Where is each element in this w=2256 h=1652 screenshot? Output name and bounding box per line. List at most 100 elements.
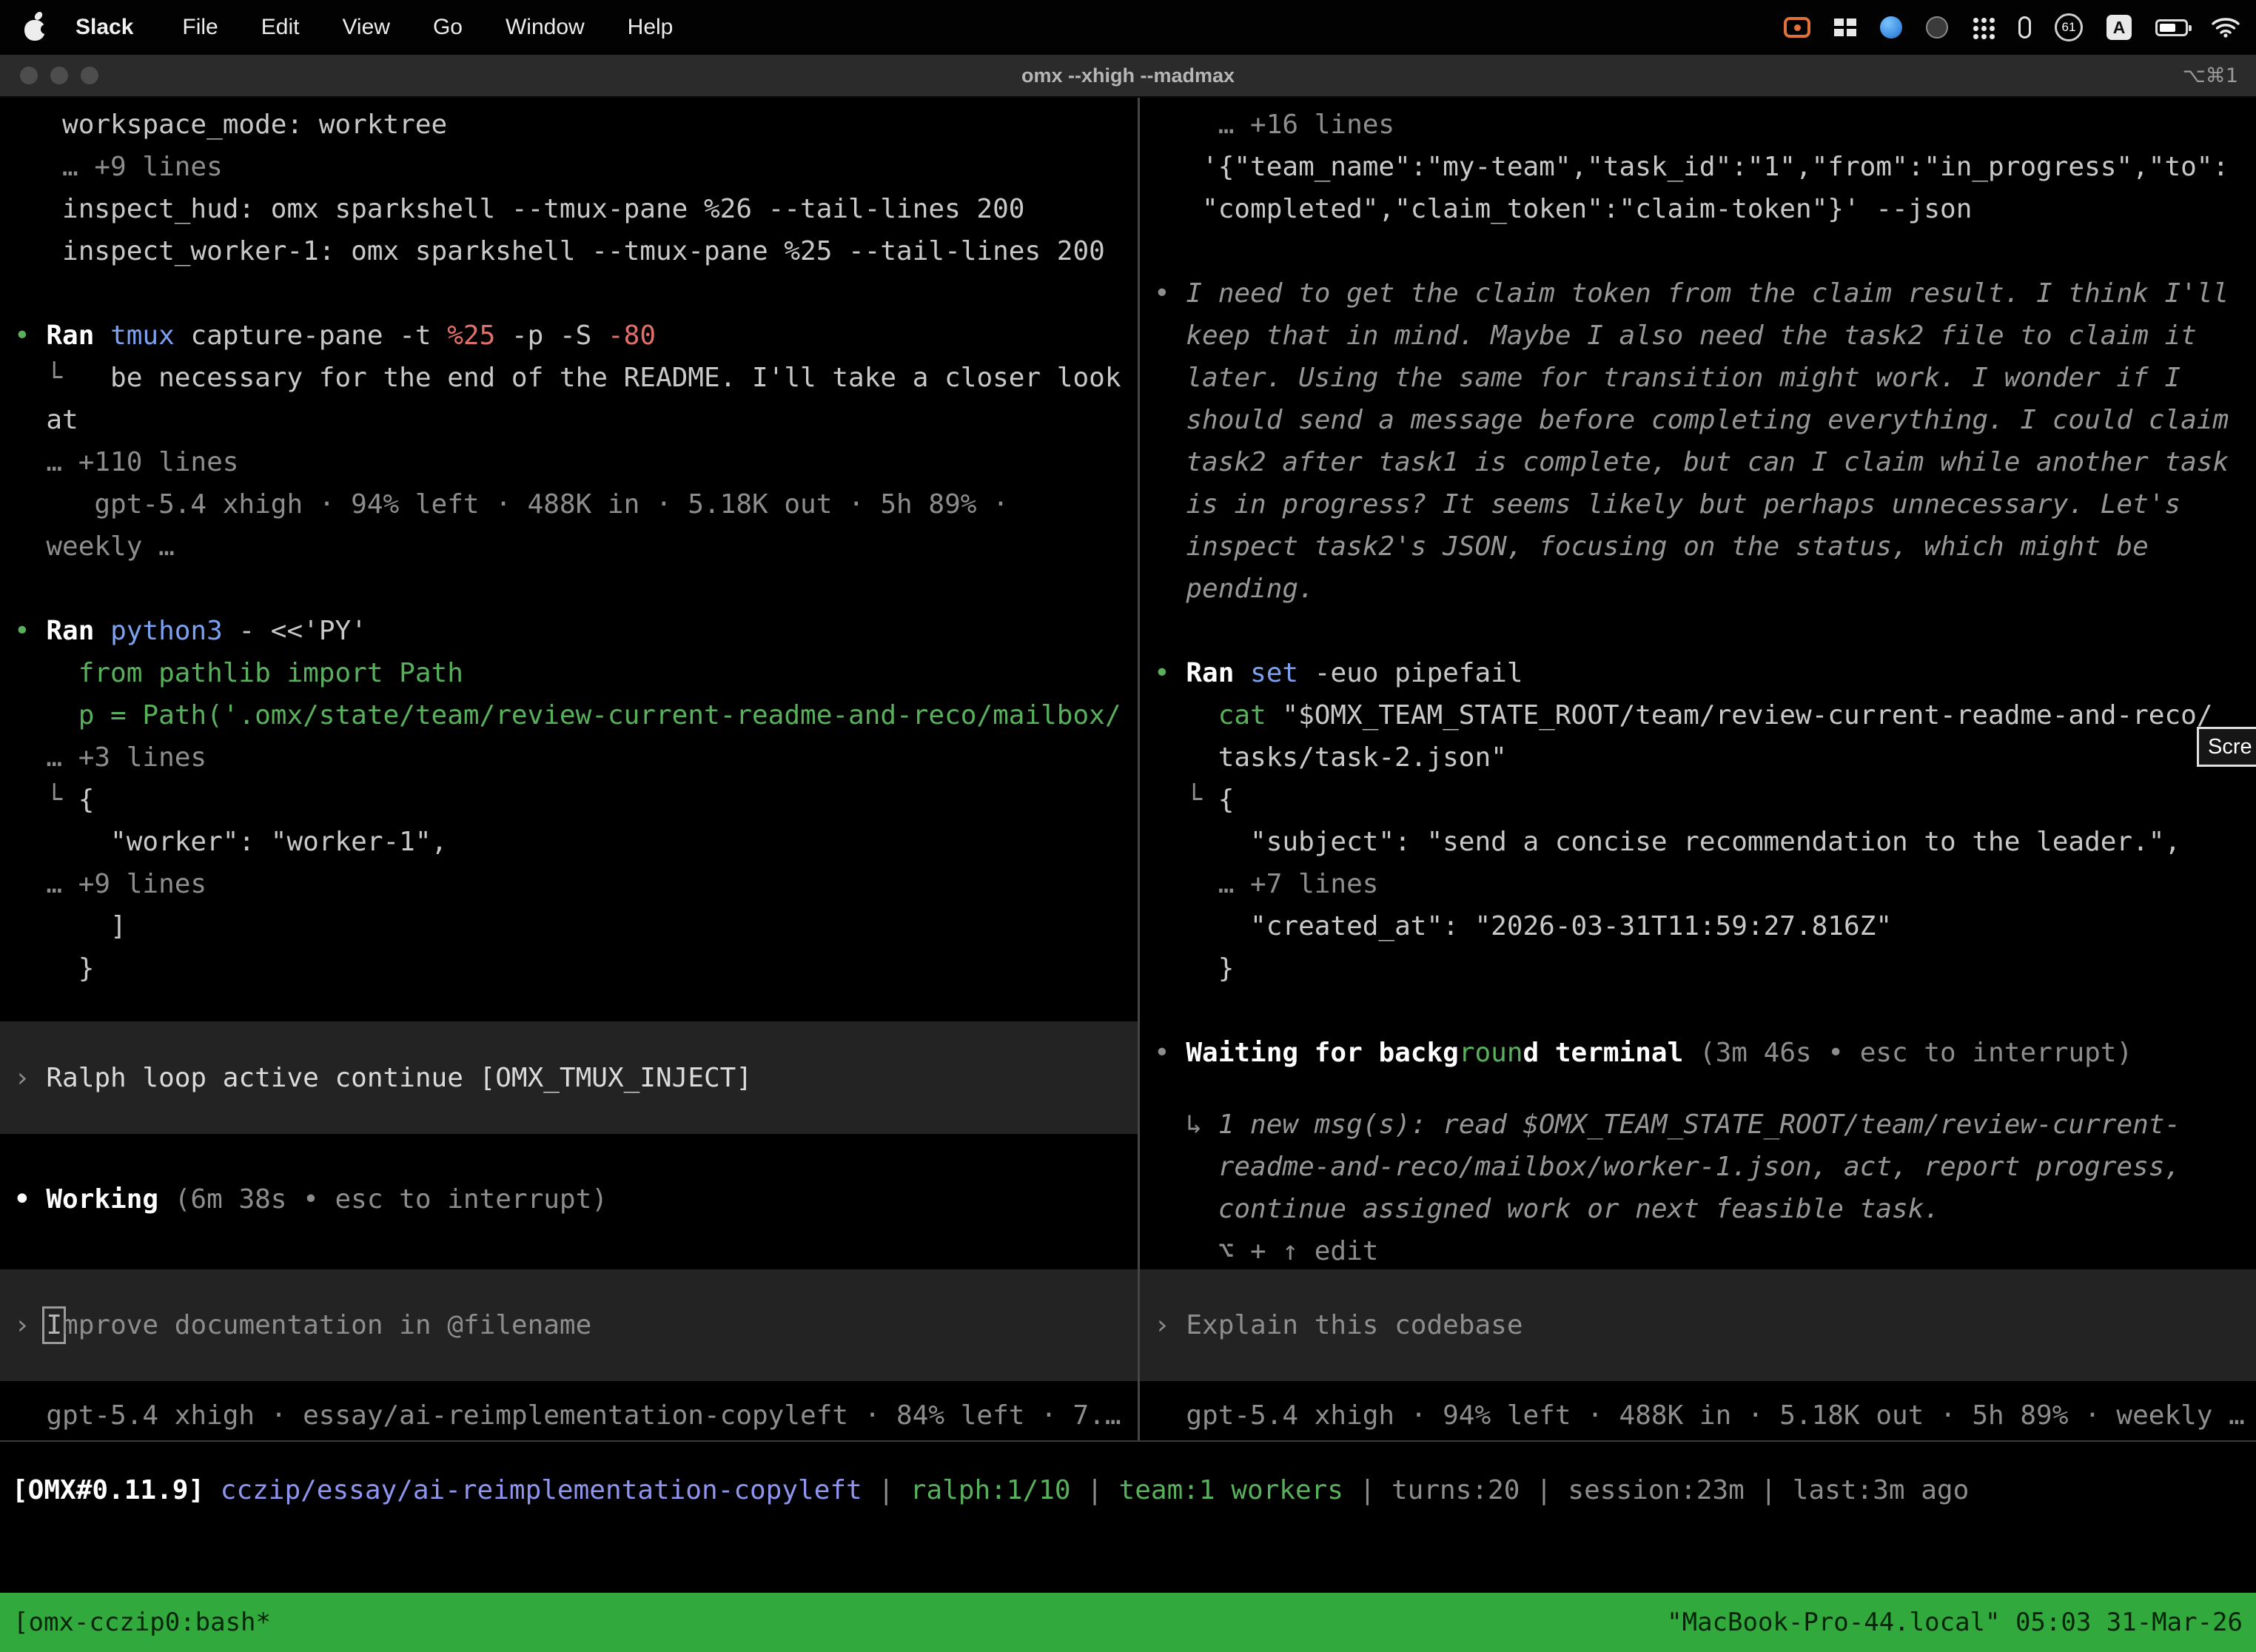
menu-item-view[interactable]: View [342, 15, 389, 40]
terminal-line: readme-and-reco/mailbox/worker-1.json, a… [1140, 1146, 2256, 1188]
pill-icon[interactable] [2018, 16, 2031, 38]
input-source-icon[interactable]: A [2106, 15, 2132, 40]
text-segment: readme-and-reco/mailbox/worker-1.json, a… [1154, 1152, 2181, 1182]
text-segment: Ran [46, 616, 110, 646]
text-segment: | turns:20 | session:23m | last:3m ago [1343, 1475, 1969, 1505]
text-segment: Ran [46, 320, 110, 351]
battery-percent-badge[interactable]: 61 [2055, 13, 2083, 41]
terminal-line: … +9 lines [0, 146, 1138, 188]
session-footer-right: gpt-5.4 xhigh · 94% left · 488K in · 5.1… [1140, 1394, 2256, 1437]
text-segment: inspect_hud: omx sparkshell --tmux-pane … [14, 194, 1024, 224]
text-segment: gpt-5.4 xhigh · 94% left · 488K in · 5.1… [1154, 1400, 2245, 1431]
text-segment: • [1154, 1038, 1186, 1068]
terminal-line [1140, 990, 2256, 1032]
apple-menu-icon[interactable] [22, 13, 47, 42]
terminal-line: gpt-5.4 xhigh · 94% left · 488K in · 5.1… [0, 483, 1138, 526]
text-segment: from pathlib import Path [14, 658, 463, 688]
text-segment: └ [1154, 785, 1218, 815]
terminal-line: … +9 lines [0, 863, 1138, 905]
dots-grid-icon[interactable] [1972, 16, 1995, 39]
apple-bite [41, 24, 50, 34]
text-segment: roun [1459, 1038, 1523, 1068]
injected-prompt-row[interactable]: › Ralph loop active continue [OMX_TMUX_I… [0, 1021, 1138, 1134]
text-segment: capture-pane -t [175, 320, 447, 351]
text-segment: continue assigned work or next feasible … [1154, 1194, 1940, 1224]
text-segment: › [14, 1063, 46, 1093]
terminal-line: • Waiting for background terminal (3m 46… [1140, 1032, 2256, 1074]
text-segment: ] [14, 911, 127, 941]
text-segment: %25 [447, 320, 495, 351]
terminal-line: inspect task2's JSON, focusing on the st… [1140, 526, 2256, 568]
text-segment: cat [1154, 700, 1282, 731]
app-icon-blue[interactable] [1880, 16, 1902, 38]
text-segment: I need to get the claim token from the c… [1186, 278, 2229, 309]
terminal-line: is in progress? It seems likely but perh… [1140, 483, 2256, 526]
menu-item-help[interactable]: Help [628, 15, 674, 40]
terminal-line: p = Path('.omx/state/team/review-current… [0, 694, 1138, 736]
terminal-line: ↳ 1 new msg(s): read $OMX_TEAM_STATE_ROO… [1140, 1104, 2256, 1146]
terminal-line: task2 after task1 is complete, but can I… [1140, 441, 2256, 483]
screen-record-icon[interactable] [1784, 17, 1810, 38]
composer-input-right[interactable]: › Explain this codebase [1140, 1269, 2256, 1381]
terminal-line [1140, 230, 2256, 272]
terminal-line: weekly … [0, 526, 1138, 568]
menu-app-name[interactable]: Slack [75, 15, 133, 40]
menu-item-window[interactable]: Window [506, 15, 585, 40]
pane-left-lines: workspace_mode: worktree … +9 lines insp… [0, 104, 1138, 990]
menu-item-go[interactable]: Go [433, 15, 463, 40]
wifi-icon[interactable] [2212, 17, 2240, 38]
menu-items: File Edit View Go Window Help [182, 15, 673, 40]
text-segment: d terminal [1523, 1038, 1699, 1068]
composer-input-left[interactable]: › Improve documentation in @filename [0, 1269, 1138, 1381]
text-segment: ralph:1/10 [910, 1475, 1071, 1505]
terminal-line: "created_at": "2026-03-31T11:59:27.816Z" [1140, 905, 2256, 947]
battery-tip [2189, 25, 2192, 31]
window-titlebar[interactable]: omx --xhigh --madmax ⌥⌘1 [0, 55, 2256, 98]
text-segment: … +16 lines [1154, 110, 1394, 140]
text-segment: tasks/task-2.json" [1154, 742, 1507, 773]
text-segment: … +3 lines [14, 742, 207, 773]
terminal-line: • Ran python3 - <<'PY' [0, 610, 1138, 652]
text-segment: • [1154, 278, 1186, 309]
text-segment: Ran [1186, 658, 1250, 688]
text-segment: | [862, 1475, 910, 1505]
menu-item-file[interactable]: File [182, 15, 218, 40]
text-segment: (6m 38s • esc to interrupt) [175, 1184, 608, 1215]
tmux-status-bar: [omx-cczip0:bash* "MacBook-Pro-44.local"… [0, 1593, 2256, 1652]
terminal-line [0, 568, 1138, 610]
pane-right[interactable]: … +16 lines '{"team_name":"my-team","tas… [1140, 98, 2256, 1440]
pane-left[interactable]: workspace_mode: worktree … +9 lines insp… [0, 98, 1138, 1440]
terminal-line: "worker": "worker-1", [0, 821, 1138, 863]
session-footer-left: gpt-5.4 xhigh · essay/ai-reimplementatio… [0, 1394, 1138, 1437]
text-segment: • [14, 320, 46, 351]
text-segment: cczip/essay/ai-reimplementation-copyleft [204, 1475, 862, 1505]
text-segment: [OMX#0.11.9] [12, 1475, 204, 1505]
terminal-line: "completed","claim_token":"claim-token"}… [1140, 188, 2256, 230]
menu-item-edit[interactable]: Edit [261, 15, 300, 40]
text-segment: … +110 lines [14, 447, 238, 477]
app-icon-dark[interactable] [1926, 16, 1948, 38]
terminal-line: … +7 lines [1140, 863, 2256, 905]
window-grid-icon[interactable] [1834, 19, 1856, 36]
terminal-line: keep that in mind. Maybe I also need the… [1140, 315, 2256, 357]
terminal-line [0, 272, 1138, 315]
menu-status-icons: 61 A [1784, 13, 2256, 41]
window-title: omx --xhigh --madmax [0, 64, 2256, 87]
text-segment: gpt-5.4 xhigh · 94% left · 488K in · 5.1… [14, 489, 1009, 520]
text-segment: set [1250, 658, 1298, 688]
text-segment: • Working [14, 1184, 175, 1215]
terminal-line [1140, 610, 2256, 652]
text-segment: (3m 46s • esc to interrupt) [1699, 1038, 2132, 1068]
text-segment: task2 after task1 is complete, but can I… [1154, 447, 2229, 477]
omx-status-line: [OMX#0.11.9] cczip/essay/ai-reimplementa… [12, 1469, 1969, 1511]
text-segment: is in progress? It seems likely but perh… [1154, 489, 2181, 520]
terminal-line: "subject": "send a concise recommendatio… [1140, 821, 2256, 863]
terminal-line: pending. [1140, 568, 2256, 610]
terminal-panes: workspace_mode: worktree … +9 lines insp… [0, 98, 2256, 1442]
text-segment: tmux [110, 320, 175, 351]
battery-icon[interactable] [2155, 19, 2188, 36]
terminal-line: inspect_worker-1: omx sparkshell --tmux-… [0, 230, 1138, 272]
text-segment: • [14, 616, 46, 646]
terminal-line [1140, 1074, 2256, 1104]
tmux-host-time: "MacBook-Pro-44.local" 05:03 31-Mar-26 [1667, 1608, 2243, 1637]
